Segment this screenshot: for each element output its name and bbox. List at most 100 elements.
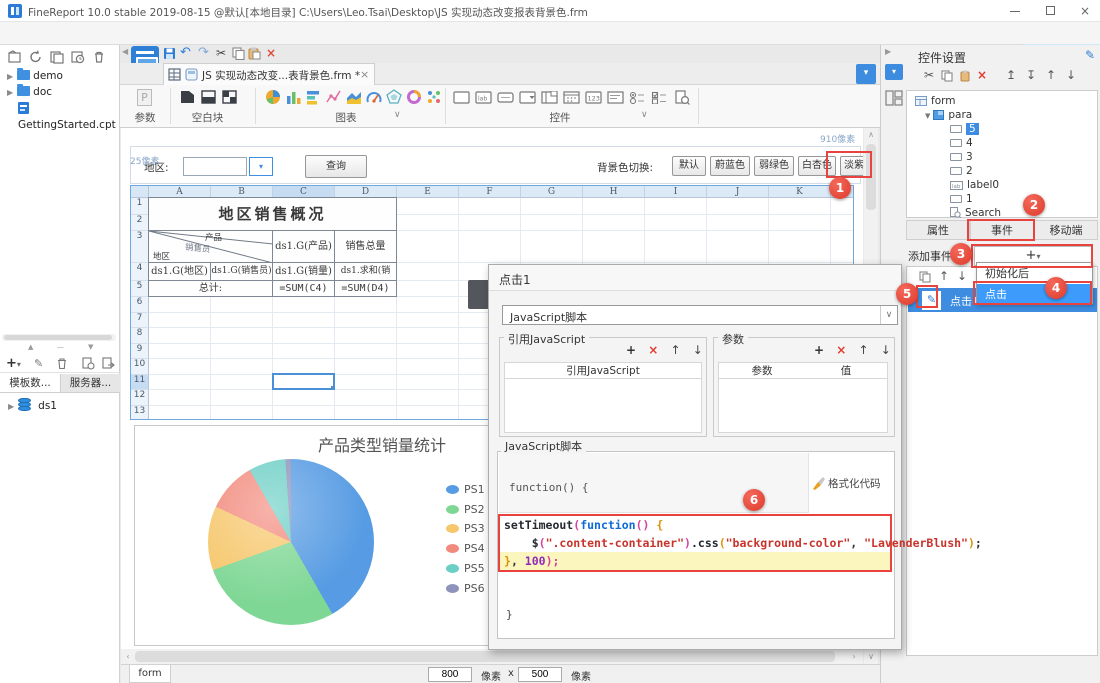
code-block[interactable]: setTimeout(function() { $(".content-cont… <box>498 514 982 572</box>
remove-icon[interactable]: × <box>648 343 658 357</box>
widget-settings-mode-button[interactable]: ▾ <box>885 64 903 80</box>
add-icon[interactable]: + <box>626 343 636 357</box>
tab-mobile[interactable]: 移动端 <box>1034 220 1098 240</box>
sh-rowh[interactable]: 3 <box>131 231 149 263</box>
sh-rowh[interactable]: 2 <box>131 215 149 231</box>
cut-widget-icon[interactable]: ✂ <box>921 68 937 82</box>
sh-cell[interactable] <box>335 359 397 375</box>
datasource-item-ds1[interactable]: ▶ ds1 <box>0 396 118 414</box>
bg-button-lightgreen[interactable]: 弱绿色 <box>754 156 794 176</box>
sh-cell[interactable] <box>335 297 397 313</box>
region-input[interactable] <box>183 157 247 176</box>
legend-item[interactable]: PS2 <box>446 503 485 517</box>
sh-cell[interactable] <box>149 312 211 328</box>
label-widget-icon[interactable]: lab <box>475 91 492 104</box>
selected-cell-c11[interactable] <box>272 373 335 390</box>
add-icon[interactable]: + <box>814 343 824 357</box>
sh-cell[interactable] <box>583 231 645 263</box>
tree-widget-icon[interactable] <box>541 91 558 104</box>
sh-cell[interactable] <box>273 297 335 313</box>
canvas-hscrollbar[interactable]: ‹ › <box>121 649 863 664</box>
sh-cell[interactable] <box>397 328 459 344</box>
tree-item-1[interactable]: 1 <box>907 192 1097 206</box>
collapse-right-icon[interactable]: ▶ <box>885 47 891 56</box>
tree-item-search[interactable]: Search <box>907 206 1097 220</box>
tab-events[interactable]: 事件 <box>970 220 1034 240</box>
sh-colh[interactable]: E <box>397 186 459 198</box>
form-width-input[interactable] <box>428 667 472 682</box>
edit-event-icon[interactable]: ✎ <box>922 291 941 310</box>
cut-icon[interactable]: ✂ <box>216 46 226 60</box>
sh-cell[interactable] <box>769 198 831 215</box>
tree-item-2[interactable]: 2 <box>907 164 1097 178</box>
bg-button-apricot[interactable]: 白杏色 <box>798 156 836 176</box>
cell-c5-formula[interactable]: =SUM(C4) <box>272 280 335 297</box>
sh-cell[interactable] <box>211 328 273 344</box>
sh-rowh[interactable]: 11 <box>131 374 149 390</box>
delete-icon[interactable]: × <box>266 46 276 60</box>
cell-c4[interactable]: ds1.G(销量) <box>272 262 335 281</box>
menu-item-click[interactable]: 点击 <box>977 284 1092 305</box>
code-line[interactable]: $(".content-container").css("background-… <box>500 534 982 552</box>
undo-icon[interactable]: ↶ <box>180 45 191 60</box>
move-down-icon[interactable]: ↓ <box>1063 68 1079 82</box>
area-chart-icon[interactable] <box>346 89 362 105</box>
sh-cell[interactable] <box>273 328 335 344</box>
radio-widget-icon[interactable] <box>629 91 646 104</box>
bg-button-azure[interactable]: 蔚蓝色 <box>710 156 750 176</box>
sh-cell[interactable] <box>397 312 459 328</box>
sidebar-item-doc[interactable]: ▶ doc <box>0 84 118 100</box>
tree-item-3[interactable]: 3 <box>907 150 1097 164</box>
sh-cell[interactable] <box>769 231 831 263</box>
sh-cell[interactable] <box>211 297 273 313</box>
tree-item-4[interactable]: 4 <box>907 136 1097 150</box>
collapse-icon[interactable]: ▼ <box>925 112 930 120</box>
down-icon[interactable]: ↓ <box>693 343 703 357</box>
combobox-widget-icon[interactable] <box>519 91 536 104</box>
column-chart-icon[interactable] <box>286 89 302 105</box>
splitter-down-icon[interactable]: ▼ <box>88 343 93 351</box>
locate-template-icon[interactable] <box>50 50 64 64</box>
event-type-dropdown[interactable]: JavaScript脚本 ∨ <box>502 305 898 325</box>
query-button[interactable]: 查询 <box>305 155 367 178</box>
delete-datasource-icon[interactable] <box>56 357 68 370</box>
sh-cell[interactable] <box>211 390 273 406</box>
sh-cell[interactable] <box>397 281 459 297</box>
sh-cell[interactable] <box>149 328 211 344</box>
sh-colh[interactable]: K <box>769 186 831 198</box>
bg-button-default[interactable]: 默认 <box>672 156 706 176</box>
dialog-titlebar[interactable]: 点击1 <box>489 265 901 291</box>
tab-close-icon[interactable]: × <box>360 68 369 81</box>
sh-rowh[interactable]: 13 <box>131 405 149 419</box>
form-height-input[interactable] <box>518 667 562 682</box>
sh-cell[interactable] <box>211 359 273 375</box>
cell-a5-total[interactable]: 总计: <box>148 280 273 297</box>
dropdown-chevron-icon[interactable]: ∨ <box>880 306 897 324</box>
scroll-up-icon[interactable]: ∧ <box>864 130 878 139</box>
sh-cell[interactable] <box>273 390 335 406</box>
bg-button-lavenderblush[interactable]: 淡紫红 <box>840 156 863 176</box>
sh-cell[interactable] <box>645 231 707 263</box>
move-top-icon[interactable]: ↥ <box>1003 68 1019 82</box>
expand-icon[interactable]: ▶ <box>7 88 13 97</box>
format-code-button[interactable]: 格式化代码 <box>813 476 894 492</box>
tree-item-form[interactable]: form <box>907 94 1097 108</box>
sh-cell[interactable] <box>211 343 273 359</box>
sh-cell[interactable] <box>335 390 397 406</box>
sh-cell[interactable] <box>397 297 459 313</box>
sh-cell[interactable] <box>273 312 335 328</box>
sh-cell[interactable] <box>149 343 211 359</box>
sh-cell[interactable] <box>769 215 831 231</box>
menu-item-afterinit[interactable]: 初始化后 <box>977 263 1092 284</box>
tree-item-label0[interactable]: lab label0 <box>907 178 1097 192</box>
delete-icon[interactable] <box>92 50 106 64</box>
sh-rowh[interactable]: 8 <box>131 328 149 344</box>
ref-table-body[interactable] <box>504 379 702 433</box>
report-title-cell[interactable]: 地区销售概况 <box>148 197 397 231</box>
sh-cell[interactable] <box>335 343 397 359</box>
remove-icon[interactable]: × <box>836 343 846 357</box>
save-icon[interactable] <box>163 47 176 60</box>
sh-cell[interactable] <box>335 312 397 328</box>
sh-cell[interactable] <box>335 374 397 390</box>
tree-item-5[interactable]: 5 <box>907 122 1097 136</box>
